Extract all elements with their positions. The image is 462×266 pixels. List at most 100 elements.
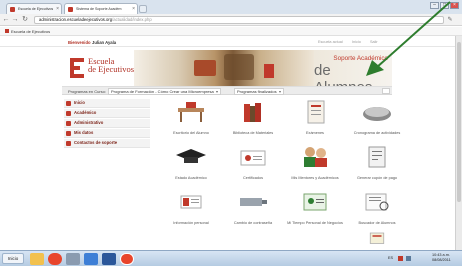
bullet-icon [66,101,71,106]
tab-escuela[interactable]: Escuela de Ejecutivos × [6,3,62,14]
tile-label: Exámenes [306,131,324,135]
scrollbar-thumb[interactable] [457,42,461,202]
sidebar-item-inicio[interactable]: Inicio [64,99,150,108]
chrome-icon[interactable] [48,253,62,265]
browser-nav-bar: ← → ↻ administracion.escueladeejecutivos… [0,14,462,26]
personal-info-icon [180,195,202,209]
tile-cambio-contrasena[interactable]: Cambio de contraseña [222,190,284,230]
bullet-icon [66,141,71,146]
tile-buscador-alumnos[interactable]: Buscador de Alumnos [346,190,408,230]
sidebar-item-label: Contactos de soporte [74,140,118,145]
tile-label: Mis Mentores y Académicos [291,176,339,180]
exam-icon [307,100,325,124]
tile-cronograma[interactable]: Cronograma de actividades [346,100,408,140]
finished-programs-label: Programas finalizados [237,89,277,94]
wrench-icon[interactable]: ✎ [446,16,454,24]
favicon-icon [10,7,15,12]
program-bar-toggle[interactable] [382,88,390,94]
graduation-cap-icon [176,149,206,163]
close-tab-icon[interactable]: × [132,4,135,14]
site-top-bar: Bienvenido Julian Ayala Escuela actual I… [0,38,455,47]
portal-title: Soporte Académico de Alumnos [314,50,392,96]
reload-icon[interactable]: ↻ [21,16,29,24]
sidebar-item-academico[interactable]: Académico [64,109,150,118]
windows-taskbar: Inicio ES 10:43 a.m. 08/08/2011 [0,250,462,266]
bullet-icon [66,111,71,116]
forward-arrow-icon[interactable]: → [11,16,19,24]
tile-label: Biblioteca de Materiales [232,131,274,135]
url-host: administracion.escueladeejecutivos.org [39,17,113,22]
folder-icon[interactable] [30,253,44,265]
bookmark-escuela[interactable]: Escuela de Ejecutivos [4,28,50,35]
program-bar-label: Programas en Curso: [68,89,107,94]
id-card-icon [303,193,327,211]
sidebar-item-label: Administrativo [74,120,104,125]
tile-label: Cronograma de actividades [353,131,401,135]
back-arrow-icon[interactable]: ← [2,16,10,24]
language-indicator[interactable]: ES [388,256,393,260]
support-icon [369,232,385,244]
tile-certificados[interactable]: Certificados [222,145,284,185]
tile-label: Información personal [173,221,209,225]
tile-mentores[interactable]: Mis Mentores y Académicos [284,145,346,185]
tile-label: Buscador de Alumnos [358,221,396,225]
tab-soporte[interactable]: Sistema de Soporte Académ × [64,3,138,14]
finished-programs-select[interactable]: Programas finalizados [234,88,284,95]
control-panel-icon[interactable] [66,253,80,265]
chrome-active-icon[interactable] [120,253,134,265]
password-icon [240,198,267,206]
chevron-down-icon [278,90,281,93]
tab-label: Sistema de Soporte Académ [76,7,122,11]
welcome-text: Bienvenido [68,40,91,45]
tile-label: Generar cupón de pago [356,176,398,180]
window-controls: – □ × [430,2,460,10]
new-tab-button[interactable] [139,5,147,13]
tab-label: Escuela de Ejecutivos [18,7,54,11]
tile-escritorio[interactable]: Escritorio del Alumno [160,100,222,140]
tile-label: Certificados [242,176,264,180]
sidebar-item-mis-datos[interactable]: Mis datos [64,129,150,138]
header-banner-image [134,50,314,86]
start-button[interactable]: Inicio [2,253,24,264]
school-logo[interactable]: Escuela de Ejecutivos [62,54,142,82]
tile-soporte[interactable] [346,230,408,250]
current-program-select[interactable]: Programa de Formación - Cómo Crear una M… [108,88,221,95]
tile-estado-academico[interactable]: Estado Académico [160,145,222,185]
maximize-button[interactable]: □ [440,2,449,9]
sidebar-item-label: Inicio [74,100,85,105]
portal-title-soporte: Soporte Académico [333,55,388,62]
clock-date[interactable]: 08/08/2011 [432,258,451,263]
tile-examenes[interactable]: Exámenes [284,100,346,140]
close-tab-icon[interactable]: × [56,4,59,14]
tile-cupon-pago[interactable]: Generar cupón de pago [346,145,408,185]
tile-biblioteca[interactable]: Biblioteca de Materiales [222,100,284,140]
page-scrollbar[interactable] [455,36,462,250]
favicon-icon [5,29,9,33]
sidebar-item-contactos[interactable]: Contactos de soporte [64,139,150,148]
minimize-button[interactable]: – [430,2,439,9]
bullet-icon [66,121,71,126]
certificate-icon [240,150,266,166]
tray-icon[interactable] [398,256,403,261]
logo-line-2: de Ejecutivos [88,64,135,74]
link-logout[interactable]: Salir [370,39,378,46]
link-current-school[interactable]: Escuela actual [318,39,343,46]
logo-mark-icon [70,58,84,78]
chevron-down-icon [215,90,218,93]
address-bar[interactable]: administracion.escueladeejecutivos.org/a… [34,16,444,24]
tile-tiempo-personal[interactable]: Mi Tiempo Personal de Negocios [284,190,346,230]
tile-info-personal[interactable]: Información personal [160,190,222,230]
current-program-value: Programa de Formación - Cómo Crear una M… [111,89,214,94]
link-home[interactable]: Inicio [352,39,361,46]
user-name: Julian Ayala [92,40,117,45]
books-icon [244,103,261,122]
bookmarks-bar: Escuela de Ejecutivos [0,27,462,36]
browser-tab-bar: Escuela de Ejecutivos × Sistema de Sopor… [0,0,462,14]
sidebar-item-administrativo[interactable]: Administrativo [64,119,150,128]
url-path: /actualidad/index.php [112,17,152,22]
network-icon[interactable] [84,253,98,265]
word-icon[interactable] [102,253,116,265]
close-window-button[interactable]: × [450,2,459,9]
volume-icon[interactable] [406,256,411,261]
bullet-icon [66,131,71,136]
